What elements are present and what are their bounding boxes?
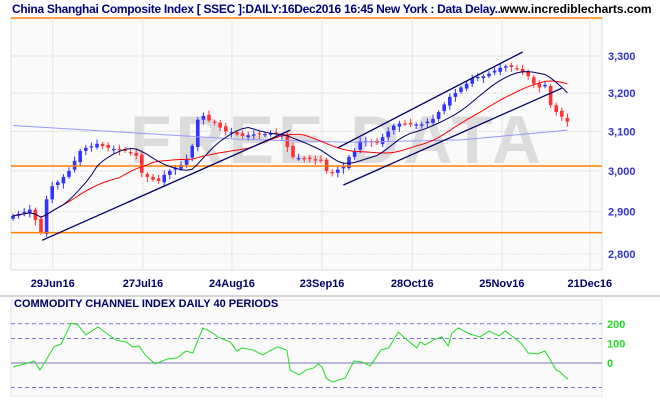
date-tick-label: 27Jul16 — [123, 278, 163, 290]
candle-up — [296, 158, 301, 160]
candle-down — [128, 152, 133, 154]
candle-down — [403, 123, 407, 125]
candle-down — [39, 218, 43, 233]
candle-up — [442, 104, 446, 111]
candle-up — [492, 70, 497, 73]
candle-up — [420, 124, 424, 126]
price-tick-label: 3,200 — [608, 88, 636, 100]
candle-up — [72, 160, 77, 170]
price-tick-label: 2,800 — [608, 249, 636, 261]
candle-up — [543, 84, 547, 87]
candle-up — [392, 125, 396, 131]
date-tick-label: 28Oct16 — [391, 278, 434, 290]
candle-down — [218, 122, 222, 128]
candle-down — [324, 159, 329, 171]
candle-up — [453, 93, 458, 97]
candle-down — [509, 65, 514, 68]
candle-up — [504, 66, 508, 68]
price-tick-label: 2,900 — [608, 207, 636, 219]
candle-up — [78, 150, 82, 163]
candle-down — [224, 126, 228, 132]
candle-up — [50, 186, 54, 200]
candle-up — [397, 123, 402, 127]
candle-up — [22, 211, 26, 213]
cci-tick-label: 200 — [607, 319, 625, 331]
candle-down — [235, 132, 239, 135]
cci-plot-area — [10, 299, 603, 397]
candle-up — [56, 182, 60, 185]
candle-down — [319, 159, 323, 161]
price-tick-label: 3,100 — [608, 126, 636, 138]
candle-down — [156, 178, 161, 181]
candle-up — [246, 135, 250, 138]
price-tick-label: 3,000 — [608, 166, 636, 178]
candle-down — [554, 105, 558, 113]
candle-down — [285, 135, 290, 147]
price-chart: FREE DATA 3,3003,2003,1003,0002,9002,800… — [0, 17, 660, 397]
candle-down — [560, 110, 564, 117]
candle-up — [481, 76, 486, 79]
date-tick-label: 29Jun16 — [31, 278, 75, 290]
candle-up — [89, 146, 94, 148]
candle-up — [464, 83, 469, 89]
candle-up — [168, 170, 172, 175]
candle-up — [436, 112, 441, 119]
candle-up — [112, 148, 116, 151]
candle-up — [380, 137, 385, 145]
candle-down — [117, 148, 122, 151]
candle-down — [145, 174, 150, 177]
candle-down — [207, 114, 211, 121]
candle-down — [537, 83, 542, 88]
date-tick-label: 23Sep16 — [300, 278, 345, 290]
candle-up — [61, 176, 66, 184]
candle-up — [196, 119, 200, 147]
candle-down — [548, 85, 553, 106]
date-tick-label: 21Dec16 — [567, 278, 612, 290]
candle-down — [515, 68, 519, 70]
candle-up — [190, 145, 194, 158]
candle-down — [532, 77, 536, 84]
candle-down — [140, 154, 144, 173]
candle-up — [84, 147, 88, 151]
candle-up — [67, 170, 71, 177]
candle-down — [240, 133, 245, 137]
candle-up — [448, 96, 452, 106]
candle-up — [386, 131, 390, 138]
cci-tick-label: 100 — [607, 338, 625, 350]
candle-up — [459, 87, 463, 92]
candle-down — [408, 122, 413, 125]
cci-tick-label: 0 — [607, 358, 613, 370]
candle-up — [487, 73, 491, 77]
candle-up — [201, 115, 206, 120]
candle-down — [106, 145, 110, 148]
candle-down — [134, 152, 138, 156]
candle-down — [308, 157, 312, 159]
candle-down — [100, 143, 105, 147]
candle-up — [414, 124, 418, 126]
candle-up — [263, 134, 267, 136]
price-tick-label: 3,300 — [608, 51, 636, 63]
candle-up — [431, 118, 435, 123]
candle-up — [425, 121, 430, 124]
candle-up — [498, 67, 502, 72]
date-tick-label: 24Aug16 — [209, 278, 255, 290]
candle-up — [44, 199, 49, 234]
candle-down — [151, 176, 155, 180]
candle-up — [162, 174, 166, 183]
candle-up — [252, 134, 256, 136]
candle-down — [291, 145, 295, 157]
candle-up — [336, 169, 340, 173]
candle-down — [565, 117, 570, 122]
candle-up — [95, 143, 99, 148]
candle-down — [257, 133, 262, 135]
candle-down — [313, 159, 318, 161]
cci-title: COMMODITY CHANNEL INDEX DAILY 40 PERIODS — [14, 298, 279, 310]
candle-up — [476, 76, 480, 79]
candle-down — [212, 121, 217, 123]
candle-down — [302, 158, 306, 160]
candle-down — [330, 172, 334, 174]
candle-up — [341, 166, 346, 169]
date-tick-label: 25Nov16 — [479, 278, 524, 290]
candle-up — [11, 215, 15, 219]
